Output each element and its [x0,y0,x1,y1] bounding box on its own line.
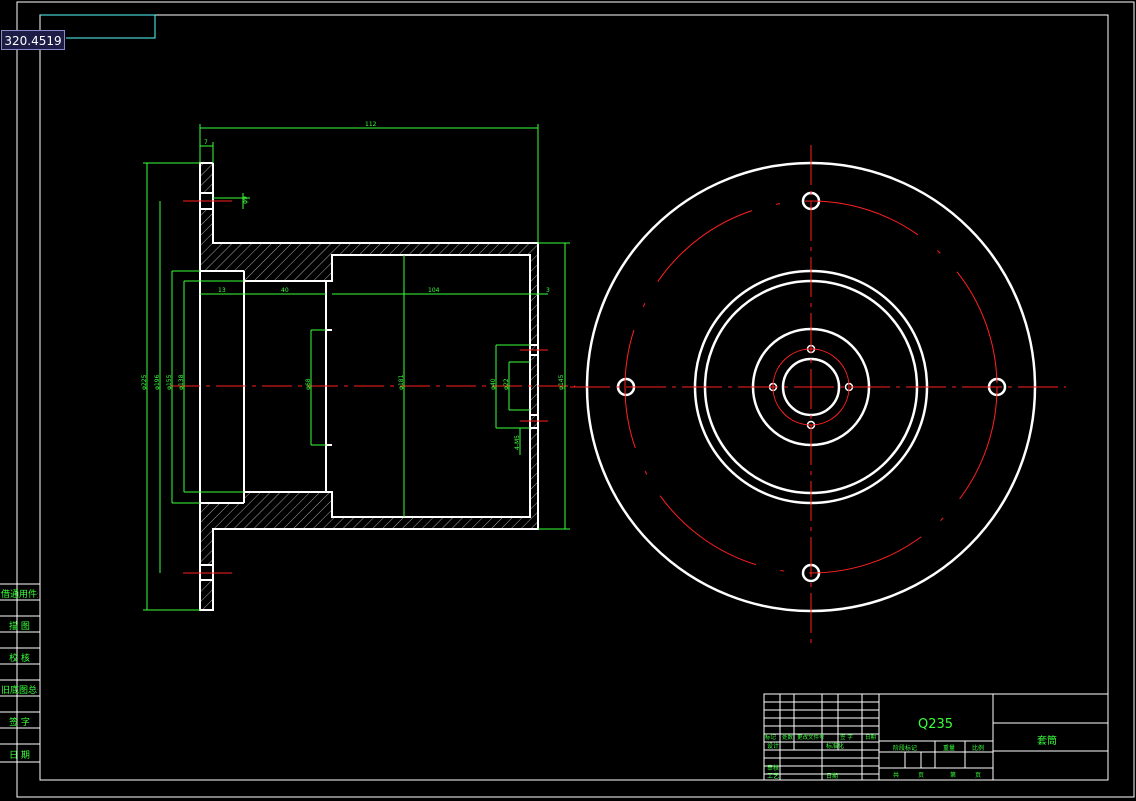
dim-flange-thickness: 7 [204,139,208,146]
dim-bore-step-len: 13 [218,287,226,294]
dim-d8: φ22 [503,378,510,390]
scale-label: 比例 [972,744,984,752]
sheet-page2: 页 [975,772,981,779]
dim-d3: φ155 [166,374,173,390]
dim-outer-dia: φ225 [141,374,148,390]
role-process: 工艺 [767,772,779,780]
side-label-borrow: 借通用件登记 [1,590,38,600]
std-label: 标准化 [826,742,844,750]
rev-mark: 标记 [765,733,777,741]
end-view [570,145,1066,645]
sheet-total: 共 [893,771,899,779]
side-label-trace: 描 图 [9,622,30,632]
dim-end-wall: 3 [546,287,550,294]
approve-label: 日期 [826,772,838,780]
material-label: Q235 [918,717,953,732]
rev-sign: 签 字 [840,733,853,741]
dim-mid-len: 40 [281,287,289,294]
dim-hub-dia: φ145 [558,374,565,390]
role-design: 设计 [767,742,779,750]
rev-count: 处数 [782,733,794,741]
drawing-canvas[interactable]: 112 7 φ9 13 40 104 3 φ225 φ196 φ155 φ138… [0,0,1136,801]
side-label-old-no: 旧底图总号 [1,686,38,696]
side-label-check: 校 核 [9,654,30,664]
sheet-page1: 页 [918,772,924,779]
side-label-sign: 签 字 [9,718,30,728]
section-view: 112 7 φ9 13 40 104 3 φ225 φ196 φ155 φ138… [141,121,575,611]
side-label-grid [0,583,40,763]
weight-label: 重量 [943,744,955,752]
sheet-no: 第 [950,771,956,779]
dim-cavity-len: 104 [428,287,440,294]
dim-overall-length: 112 [365,121,377,128]
dim-hole-dia: φ9 [242,196,249,204]
side-label-date: 日 期 [9,751,30,761]
role-review: 审核 [767,764,779,772]
dim-bolt-circle: φ196 [154,374,161,390]
drawing-frame [16,1,1135,798]
dim-d7: φ40 [490,378,497,390]
stage-mark: 阶段标记 [893,744,917,752]
dim-d5: φ68 [305,378,312,390]
rev-doc: 更改文件号 [797,733,825,741]
coordinate-readout: 320.4519 [1,30,65,50]
rev-date: 日期 [865,734,877,741]
dim-d4: φ138 [178,374,185,390]
dim-thread: 4-M5 [514,435,521,450]
dim-cavity-dia: φ181 [398,374,405,390]
part-name: 套筒 [1037,734,1057,747]
